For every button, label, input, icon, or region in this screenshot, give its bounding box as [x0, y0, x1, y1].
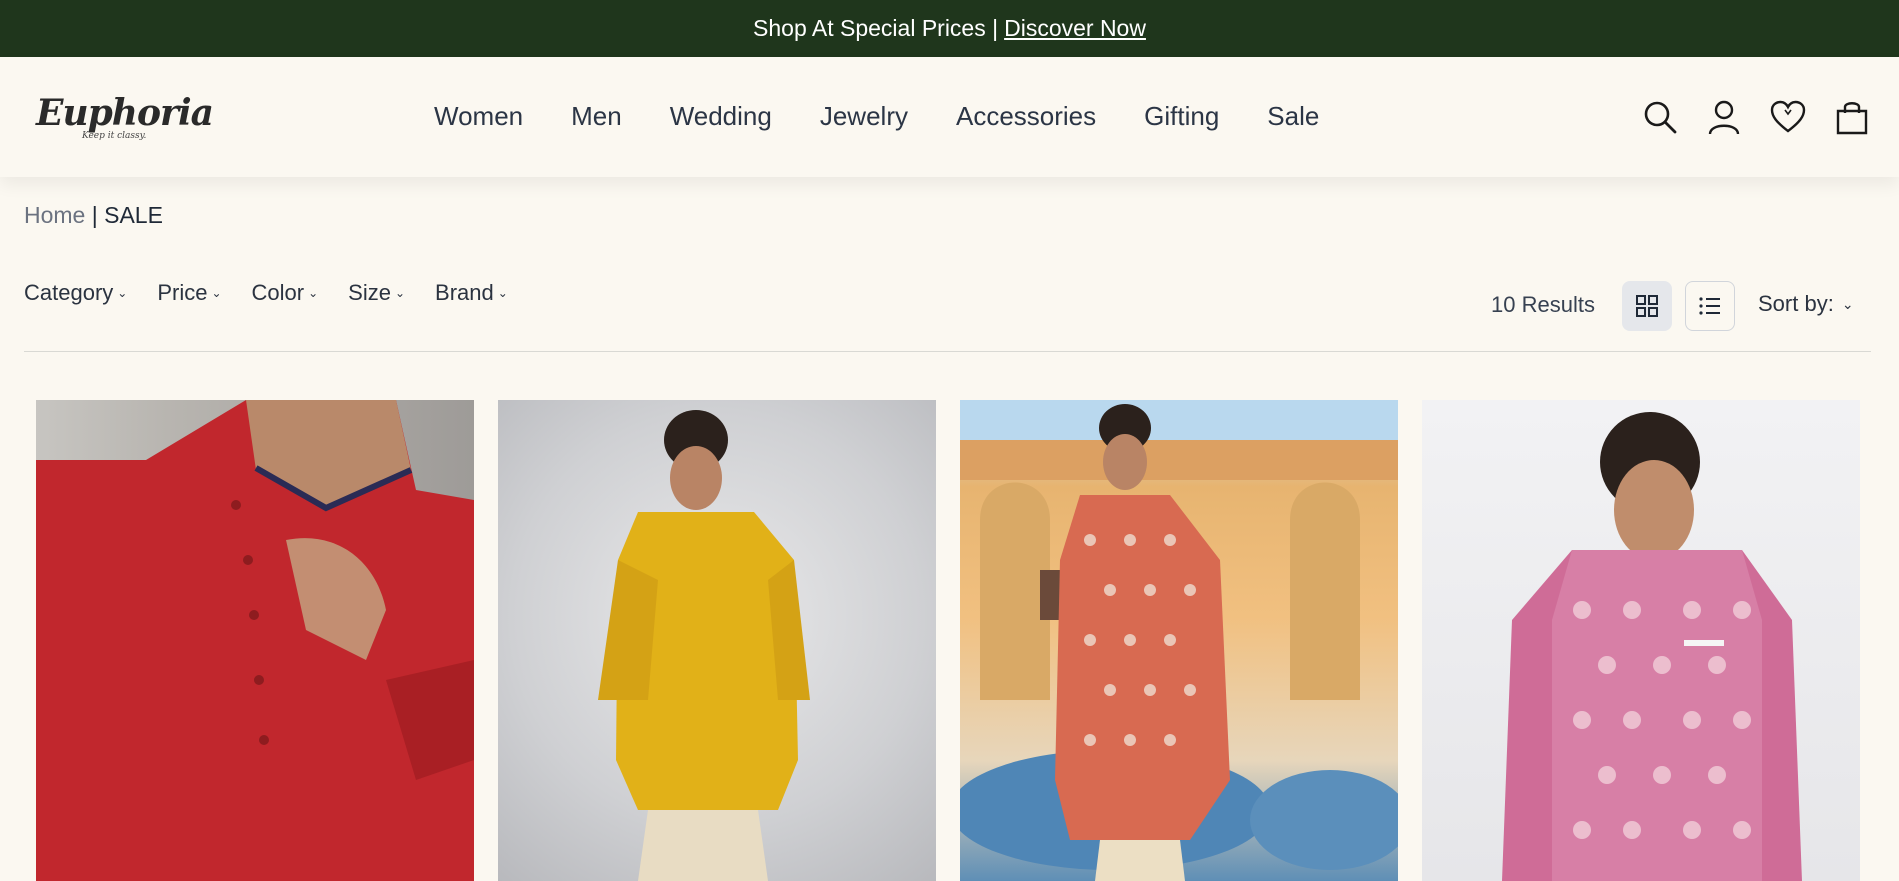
nav-jewelry[interactable]: Jewelry — [820, 99, 908, 133]
product-card-red-kurta[interactable] — [36, 400, 474, 881]
nav-wedding[interactable]: Wedding — [670, 99, 772, 133]
breadcrumb-current: SALE — [104, 202, 163, 228]
header-icons — [1640, 97, 1872, 137]
grid-icon — [1636, 295, 1658, 317]
filter-brand-label: Brand — [435, 280, 494, 305]
search-icon[interactable] — [1640, 97, 1680, 137]
product-card-pink-jacket[interactable] — [1422, 400, 1860, 881]
product-image — [1502, 412, 1802, 881]
announcement-text: Shop At Special Prices | — [753, 15, 999, 41]
filter-category[interactable]: Category ⌄ — [24, 280, 127, 306]
account-icon[interactable] — [1704, 97, 1744, 137]
filter-color[interactable]: Color ⌄ — [252, 280, 319, 306]
filter-bar: Category ⌄ Price ⌄ Color ⌄ Size ⌄ Brand ⌄ — [24, 280, 538, 306]
product-image — [36, 400, 474, 881]
chevron-down-icon: ⌄ — [1841, 295, 1854, 312]
grid-view-button[interactable] — [1622, 281, 1672, 331]
results-count: 10 Results — [1491, 292, 1595, 317]
wishlist-icon[interactable] — [1768, 97, 1808, 137]
product-image — [960, 400, 1398, 881]
sort-label: Sort by: — [1758, 291, 1834, 316]
chevron-down-icon: ⌄ — [117, 286, 128, 300]
list-view-button[interactable] — [1685, 281, 1735, 331]
breadcrumb: Home | SALE — [24, 202, 163, 229]
nav-gifting[interactable]: Gifting — [1144, 99, 1219, 133]
filter-size-label: Size — [348, 280, 391, 305]
chevron-down-icon: ⌄ — [394, 286, 406, 300]
filter-category-label: Category — [24, 280, 114, 305]
chevron-down-icon: ⌄ — [497, 286, 508, 300]
announcement-bar: Shop At Special Prices | Discover Now — [0, 0, 1899, 57]
nav-accessories[interactable]: Accessories — [956, 99, 1096, 133]
list-icon — [1699, 297, 1720, 315]
logo-name: Euphoria — [36, 92, 214, 134]
nav-sale[interactable]: Sale — [1267, 99, 1319, 133]
product-card-printed-kurta-set[interactable] — [960, 400, 1398, 881]
discover-now-link[interactable]: Discover Now — [1004, 15, 1146, 42]
filter-price[interactable]: Price ⌄ — [157, 280, 221, 306]
nav-men[interactable]: Men — [571, 99, 622, 133]
product-image — [598, 410, 810, 881]
filter-color-label: Color — [251, 280, 305, 305]
cart-icon[interactable] — [1832, 97, 1872, 137]
filter-size[interactable]: Size ⌄ — [348, 280, 405, 306]
breadcrumb-home[interactable]: Home — [24, 202, 85, 228]
filter-price-label: Price — [157, 280, 208, 305]
sort-dropdown[interactable]: Sort by: ⌄ — [1758, 291, 1854, 317]
chevron-down-icon: ⌄ — [211, 286, 222, 300]
breadcrumb-separator: | — [85, 202, 105, 228]
chevron-down-icon: ⌄ — [308, 286, 319, 300]
product-card-mustard-kurta[interactable] — [498, 400, 936, 881]
filter-brand[interactable]: Brand ⌄ — [435, 280, 508, 306]
divider — [24, 351, 1871, 352]
logo[interactable]: Euphoria Keep it classy. — [36, 92, 214, 147]
nav-women[interactable]: Women — [434, 99, 523, 133]
main-nav: Women Men Wedding Jewelry Accessories Gi… — [434, 99, 1367, 133]
site-header: Euphoria Keep it classy. Women Men Weddi… — [0, 57, 1899, 177]
